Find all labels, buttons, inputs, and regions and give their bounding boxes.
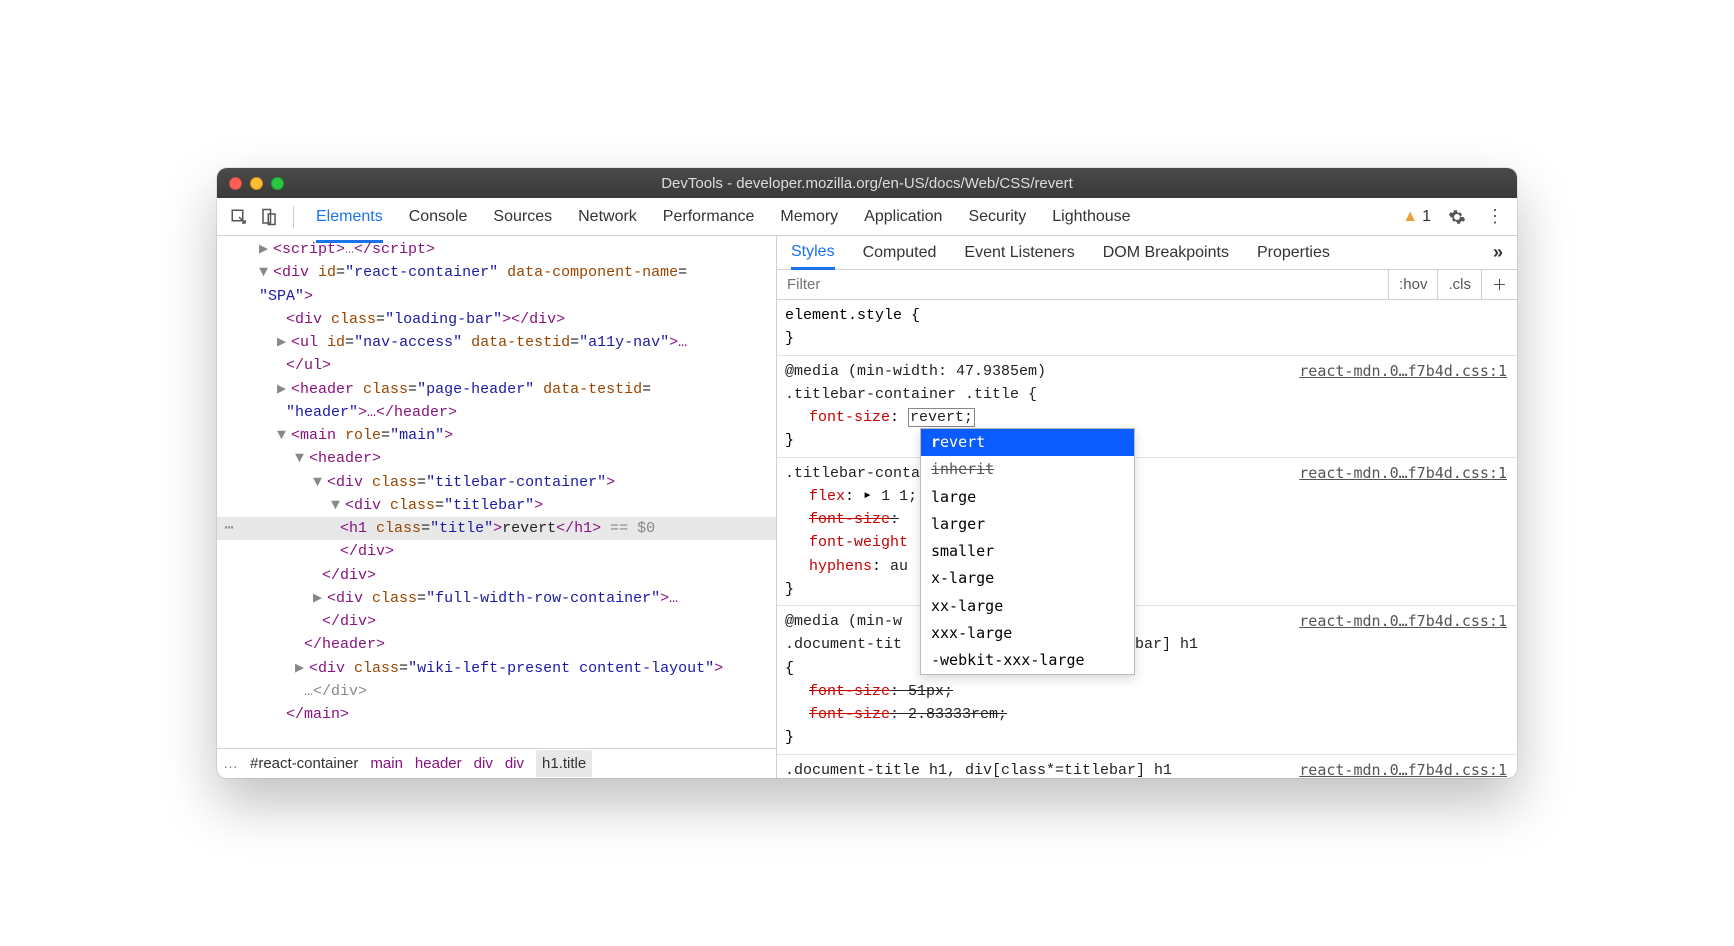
settings-icon[interactable] xyxy=(1445,205,1469,229)
subtab-more-icon[interactable]: » xyxy=(1493,242,1503,263)
autocomplete-item[interactable]: xxx-large xyxy=(921,620,1134,647)
tab-application[interactable]: Application xyxy=(864,200,942,234)
subtab-computed[interactable]: Computed xyxy=(863,244,937,262)
autocomplete-item[interactable]: revert xyxy=(921,429,1134,456)
styles-filter-row: :hov .cls ＋ xyxy=(777,270,1517,300)
styles-subtabs: Styles Computed Event Listeners DOM Brea… xyxy=(777,236,1517,270)
breadcrumb: … #react-container main header div div h… xyxy=(217,748,776,778)
hov-button[interactable]: :hov xyxy=(1388,270,1437,299)
subtab-properties[interactable]: Properties xyxy=(1257,244,1330,262)
tab-sources[interactable]: Sources xyxy=(493,200,552,234)
source-link[interactable]: react-mdn.0…f7b4d.css:1 xyxy=(1299,759,1507,779)
tab-memory[interactable]: Memory xyxy=(780,200,838,234)
source-link[interactable]: react-mdn.0…f7b4d.css:1 xyxy=(1299,610,1507,633)
toolbar-separator xyxy=(293,206,294,228)
tab-console[interactable]: Console xyxy=(409,200,468,234)
elements-panel: ▶<script>…</script> ▼<div id="react-cont… xyxy=(217,236,777,778)
tab-performance[interactable]: Performance xyxy=(663,200,755,234)
css-rule-2[interactable]: react-mdn.0…f7b4d.css:1 .titlebar-contai… xyxy=(777,458,1517,607)
css-rule-3[interactable]: react-mdn.0…f7b4d.css:1 @media (min-w .d… xyxy=(777,606,1517,755)
autocomplete-item[interactable]: large xyxy=(921,484,1134,511)
autocomplete-item[interactable]: -webkit-xxx-large xyxy=(921,647,1134,674)
traffic-lights xyxy=(229,177,284,190)
devtools-window: DevTools - developer.mozilla.org/en-US/d… xyxy=(217,168,1517,778)
css-rule-4[interactable]: react-mdn.0…f7b4d.css:1 .document-title … xyxy=(777,755,1517,779)
more-menu-icon[interactable]: ⋮ xyxy=(1483,205,1507,229)
source-link[interactable]: react-mdn.0…f7b4d.css:1 xyxy=(1299,462,1507,485)
panel-tabs: Elements Console Sources Network Perform… xyxy=(316,200,1396,234)
autocomplete-dropdown[interactable]: revert inherit large larger smaller x-la… xyxy=(920,428,1135,675)
element-style-rule[interactable]: element.style { } xyxy=(777,300,1517,356)
inspect-element-icon[interactable] xyxy=(227,205,251,229)
autocomplete-item[interactable]: smaller xyxy=(921,538,1134,565)
subtab-styles[interactable]: Styles xyxy=(791,243,835,270)
devtools-toolbar: Elements Console Sources Network Perform… xyxy=(217,198,1517,236)
window-titlebar: DevTools - developer.mozilla.org/en-US/d… xyxy=(217,168,1517,198)
crumb-div1[interactable]: div xyxy=(474,755,493,772)
breadcrumb-ellipsis[interactable]: … xyxy=(223,755,238,772)
new-style-rule-button[interactable]: ＋ xyxy=(1481,270,1517,299)
main-area: ▶<script>…</script> ▼<div id="react-cont… xyxy=(217,236,1517,778)
window-title: DevTools - developer.mozilla.org/en-US/d… xyxy=(217,175,1517,192)
device-toolbar-icon[interactable] xyxy=(257,205,281,229)
subtab-event-listeners[interactable]: Event Listeners xyxy=(964,244,1074,262)
minimize-window-button[interactable] xyxy=(250,177,263,190)
ac-text: evert xyxy=(940,433,985,451)
crumb-main[interactable]: main xyxy=(370,755,403,772)
styles-filter-input[interactable] xyxy=(777,276,1388,293)
tab-network[interactable]: Network xyxy=(578,200,637,234)
maximize-window-button[interactable] xyxy=(271,177,284,190)
crumb-h1-title[interactable]: h1.title xyxy=(536,750,592,777)
css-rule-1[interactable]: react-mdn.0…f7b4d.css:1 @media (min-widt… xyxy=(777,356,1517,458)
tab-lighthouse[interactable]: Lighthouse xyxy=(1052,200,1130,234)
crumb-div2[interactable]: div xyxy=(505,755,524,772)
warning-icon: ▲ xyxy=(1402,208,1418,226)
autocomplete-item[interactable]: inherit xyxy=(921,456,1134,483)
dom-tree[interactable]: ▶<script>…</script> ▼<div id="react-cont… xyxy=(217,236,776,748)
autocomplete-item[interactable]: larger xyxy=(921,511,1134,538)
toolbar-right: ▲ 1 ⋮ xyxy=(1402,205,1507,229)
tab-security[interactable]: Security xyxy=(968,200,1026,234)
warning-count: 1 xyxy=(1422,208,1431,226)
close-window-button[interactable] xyxy=(229,177,242,190)
subtab-dom-breakpoints[interactable]: DOM Breakpoints xyxy=(1103,244,1229,262)
styles-body[interactable]: element.style { } react-mdn.0…f7b4d.css:… xyxy=(777,300,1517,778)
cls-button[interactable]: .cls xyxy=(1437,270,1481,299)
styles-panel: Styles Computed Event Listeners DOM Brea… xyxy=(777,236,1517,778)
css-value-editing[interactable]: revert; xyxy=(908,408,975,427)
autocomplete-item[interactable]: xx-large xyxy=(921,593,1134,620)
selected-dom-node[interactable]: ⋯ <h1 class="title">revert</h1> == $0 xyxy=(217,517,776,540)
warnings-badge[interactable]: ▲ 1 xyxy=(1402,208,1431,226)
autocomplete-item[interactable]: x-large xyxy=(921,565,1134,592)
crumb-react-container[interactable]: #react-container xyxy=(250,755,358,772)
source-link[interactable]: react-mdn.0…f7b4d.css:1 xyxy=(1299,360,1507,383)
crumb-header[interactable]: header xyxy=(415,755,462,772)
